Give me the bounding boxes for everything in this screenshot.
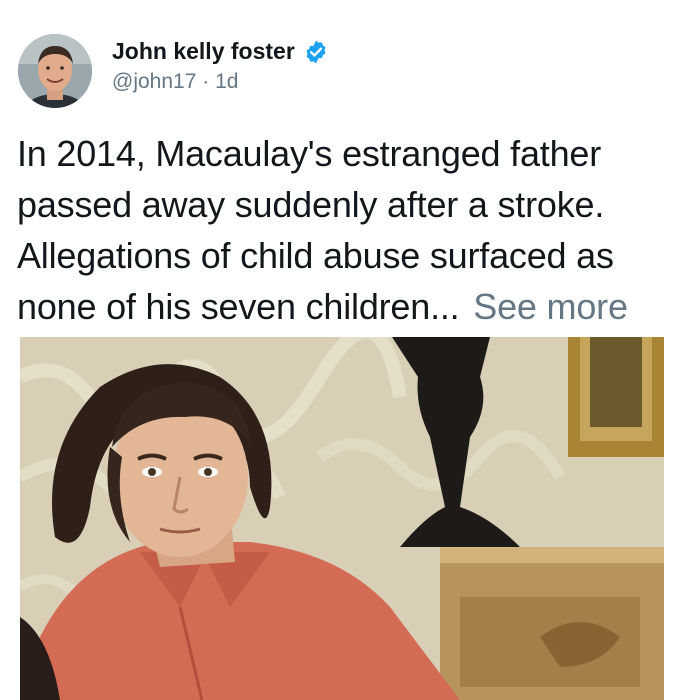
author-handle[interactable]: @john17 (112, 70, 196, 93)
see-more-link[interactable]: See more (473, 286, 628, 327)
photo-man-in-red-shirt (20, 337, 664, 700)
author-display-name[interactable]: John kelly foster (112, 38, 295, 65)
tweet-text: In 2014, Macaulay's estranged father pas… (17, 128, 692, 332)
tweet-media-photo[interactable] (20, 337, 664, 700)
avatar[interactable] (18, 34, 92, 108)
meta-separator: · (202, 70, 210, 93)
tweet-meta: @john17 · 1d (112, 70, 329, 94)
tweet-age[interactable]: 1d (215, 70, 238, 93)
avatar-photo (18, 34, 92, 108)
tweet-header: John kelly foster @john17 · 1d (18, 34, 329, 108)
verified-badge-icon (306, 40, 326, 63)
